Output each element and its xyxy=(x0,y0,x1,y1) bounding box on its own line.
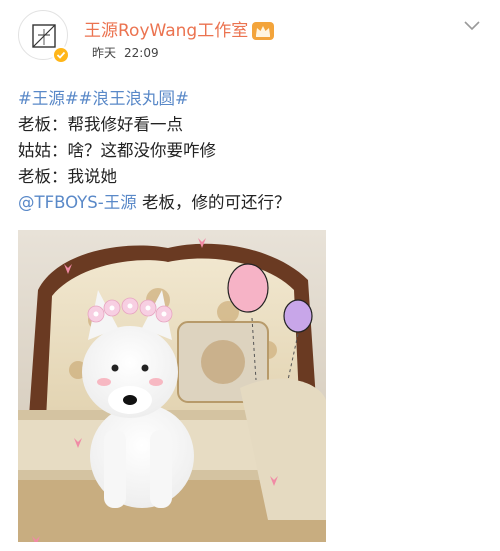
mention-line: @TFBOYS-王源 老板，修的可还行？ xyxy=(18,190,488,216)
text-line: 姑姑：啥？这都没你要咋修 xyxy=(18,141,216,160)
hashtag-link[interactable]: #王源# xyxy=(18,89,79,108)
verified-badge-icon xyxy=(52,46,70,64)
text-line: 老板：帮我修好看一点 xyxy=(18,115,183,134)
author-name-text[interactable]: 王源RoyWang工作室 xyxy=(84,21,248,41)
crown-icon xyxy=(252,22,275,40)
time-relative: 昨天 xyxy=(92,46,117,60)
post-meta: 昨天 22:09 xyxy=(92,44,159,61)
chevron-down-icon[interactable] xyxy=(462,18,482,32)
mention-link[interactable]: @TFBOYS-王源 xyxy=(18,193,137,212)
text-line: 老板：我说她 xyxy=(18,167,117,186)
post-header: 王源RoyWang工作室 昨天 22:09 xyxy=(18,10,488,72)
author-name[interactable]: 王源RoyWang工作室 xyxy=(84,16,275,41)
post-photo[interactable] xyxy=(18,230,326,542)
tag-line: #王源##浪王浪丸圆# xyxy=(18,86,488,112)
dog-on-sofa-image xyxy=(18,230,326,542)
mention-tail-text: 老板，修的可还行？ xyxy=(136,193,291,212)
time-clock: 22:09 xyxy=(124,46,159,60)
hashtag-link[interactable]: #浪王浪丸圆# xyxy=(79,89,189,108)
post-text: #王源##浪王浪丸圆# 老板：帮我修好看一点 姑姑：啥？这都没你要咋修 老板：我… xyxy=(18,86,488,216)
